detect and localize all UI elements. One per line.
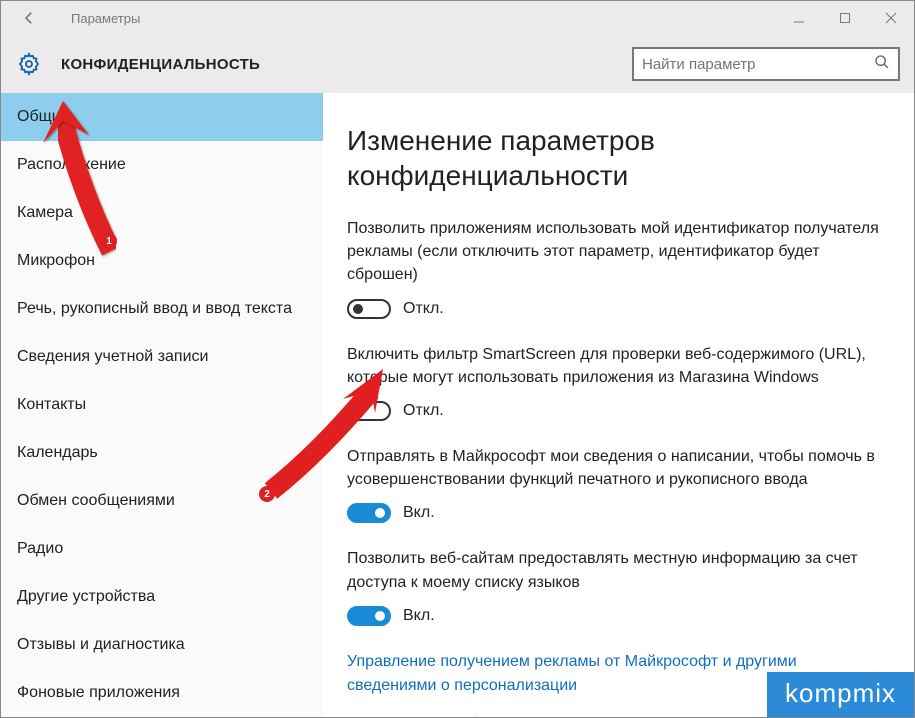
sidebar-item-label: Другие устройства — [17, 588, 155, 606]
sidebar-item-label: Расположение — [17, 156, 126, 174]
toggle-knob — [375, 508, 385, 518]
toggle-row: Вкл. — [347, 606, 888, 626]
sidebar-item-label: Общие — [17, 108, 70, 126]
body-area: Общие Расположение Камера Микрофон Речь,… — [1, 93, 914, 717]
sidebar-item-general[interactable]: Общие — [1, 93, 323, 141]
sidebar-item-account[interactable]: Сведения учетной записи — [1, 333, 323, 381]
sidebar-item-label: Обмен сообщениями — [17, 492, 175, 510]
sidebar-item-speech[interactable]: Речь, рукописный ввод и ввод текста — [1, 285, 323, 333]
toggle-state-label: Вкл. — [403, 504, 435, 522]
minimize-button[interactable] — [776, 1, 822, 35]
window-controls — [776, 1, 914, 35]
setting-desc: Отправлять в Майкрософт мои сведения о н… — [347, 445, 888, 491]
setting-advertising-id: Позволить приложениям использовать мой и… — [347, 217, 888, 319]
setting-desc: Позволить приложениям использовать мой и… — [347, 217, 888, 287]
sidebar-item-label: Камера — [17, 204, 73, 222]
toggle-knob — [375, 611, 385, 621]
settings-window: Параметры КОНФИДЕНЦИАЛЬНОСТЬ — [0, 0, 915, 718]
sidebar-item-camera[interactable]: Камера — [1, 189, 323, 237]
toggle-language-list[interactable] — [347, 606, 391, 626]
search-icon[interactable] — [874, 54, 890, 75]
close-button[interactable] — [868, 1, 914, 35]
sidebar-item-label: Микрофон — [17, 252, 95, 270]
sidebar-item-label: Радио — [17, 540, 63, 558]
sidebar-item-label: Фоновые приложения — [17, 684, 180, 702]
gear-icon — [15, 50, 43, 78]
window-title: Параметры — [71, 11, 140, 26]
content-pane: Изменение параметров конфиденциальности … — [323, 93, 914, 717]
maximize-button[interactable] — [822, 1, 868, 35]
toggle-smartscreen[interactable] — [347, 401, 391, 421]
toggle-row: Вкл. — [347, 503, 888, 523]
toggle-send-typing[interactable] — [347, 503, 391, 523]
sidebar-item-feedback[interactable]: Отзывы и диагностика — [1, 621, 323, 669]
link-text: Управление получением рекламы от Майкрос… — [347, 653, 797, 694]
search-input[interactable] — [642, 56, 868, 73]
sidebar-item-messaging[interactable]: Обмен сообщениями — [1, 477, 323, 525]
content-heading: Изменение параметров конфиденциальности — [347, 123, 888, 193]
sidebar-item-radio[interactable]: Радио — [1, 525, 323, 573]
sidebar-item-calendar[interactable]: Календарь — [1, 429, 323, 477]
link-text: Заявление о конфиденциальности — [347, 715, 606, 717]
watermark: kompmix — [767, 672, 914, 717]
sidebar-item-other-devices[interactable]: Другие устройства — [1, 573, 323, 621]
page-title: КОНФИДЕНЦИАЛЬНОСТЬ — [61, 56, 260, 73]
setting-desc: Позволить веб-сайтам предоставлять местн… — [347, 547, 888, 593]
back-button[interactable] — [9, 1, 49, 35]
toggle-knob — [353, 304, 363, 314]
toggle-row: Откл. — [347, 299, 888, 319]
minimize-icon — [793, 12, 805, 24]
toggle-row: Откл. — [347, 401, 888, 421]
sidebar-item-background-apps[interactable]: Фоновые приложения — [1, 669, 323, 717]
page-header: КОНФИДЕНЦИАЛЬНОСТЬ — [1, 35, 914, 93]
sidebar-item-label: Речь, рукописный ввод и ввод текста — [17, 300, 292, 318]
setting-language-list: Позволить веб-сайтам предоставлять местн… — [347, 547, 888, 625]
sidebar: Общие Расположение Камера Микрофон Речь,… — [1, 93, 323, 717]
sidebar-item-label: Контакты — [17, 396, 86, 414]
sidebar-item-label: Сведения учетной записи — [17, 348, 208, 366]
titlebar: Параметры — [1, 1, 914, 35]
sidebar-item-location[interactable]: Расположение — [1, 141, 323, 189]
sidebar-item-contacts[interactable]: Контакты — [1, 381, 323, 429]
sidebar-item-label: Отзывы и диагностика — [17, 636, 185, 654]
toggle-state-label: Откл. — [403, 402, 444, 420]
toggle-knob — [353, 406, 363, 416]
toggle-state-label: Откл. — [403, 300, 444, 318]
toggle-state-label: Вкл. — [403, 607, 435, 625]
setting-smartscreen: Включить фильтр SmartScreen для проверки… — [347, 343, 888, 421]
setting-send-typing: Отправлять в Майкрософт мои сведения о н… — [347, 445, 888, 523]
sidebar-item-label: Календарь — [17, 444, 98, 462]
search-box[interactable] — [632, 47, 900, 81]
arrow-left-icon — [20, 9, 38, 27]
maximize-icon — [839, 12, 851, 24]
setting-desc: Включить фильтр SmartScreen для проверки… — [347, 343, 888, 389]
sidebar-item-microphone[interactable]: Микрофон — [1, 237, 323, 285]
close-icon — [885, 12, 897, 24]
toggle-advertising-id[interactable] — [347, 299, 391, 319]
